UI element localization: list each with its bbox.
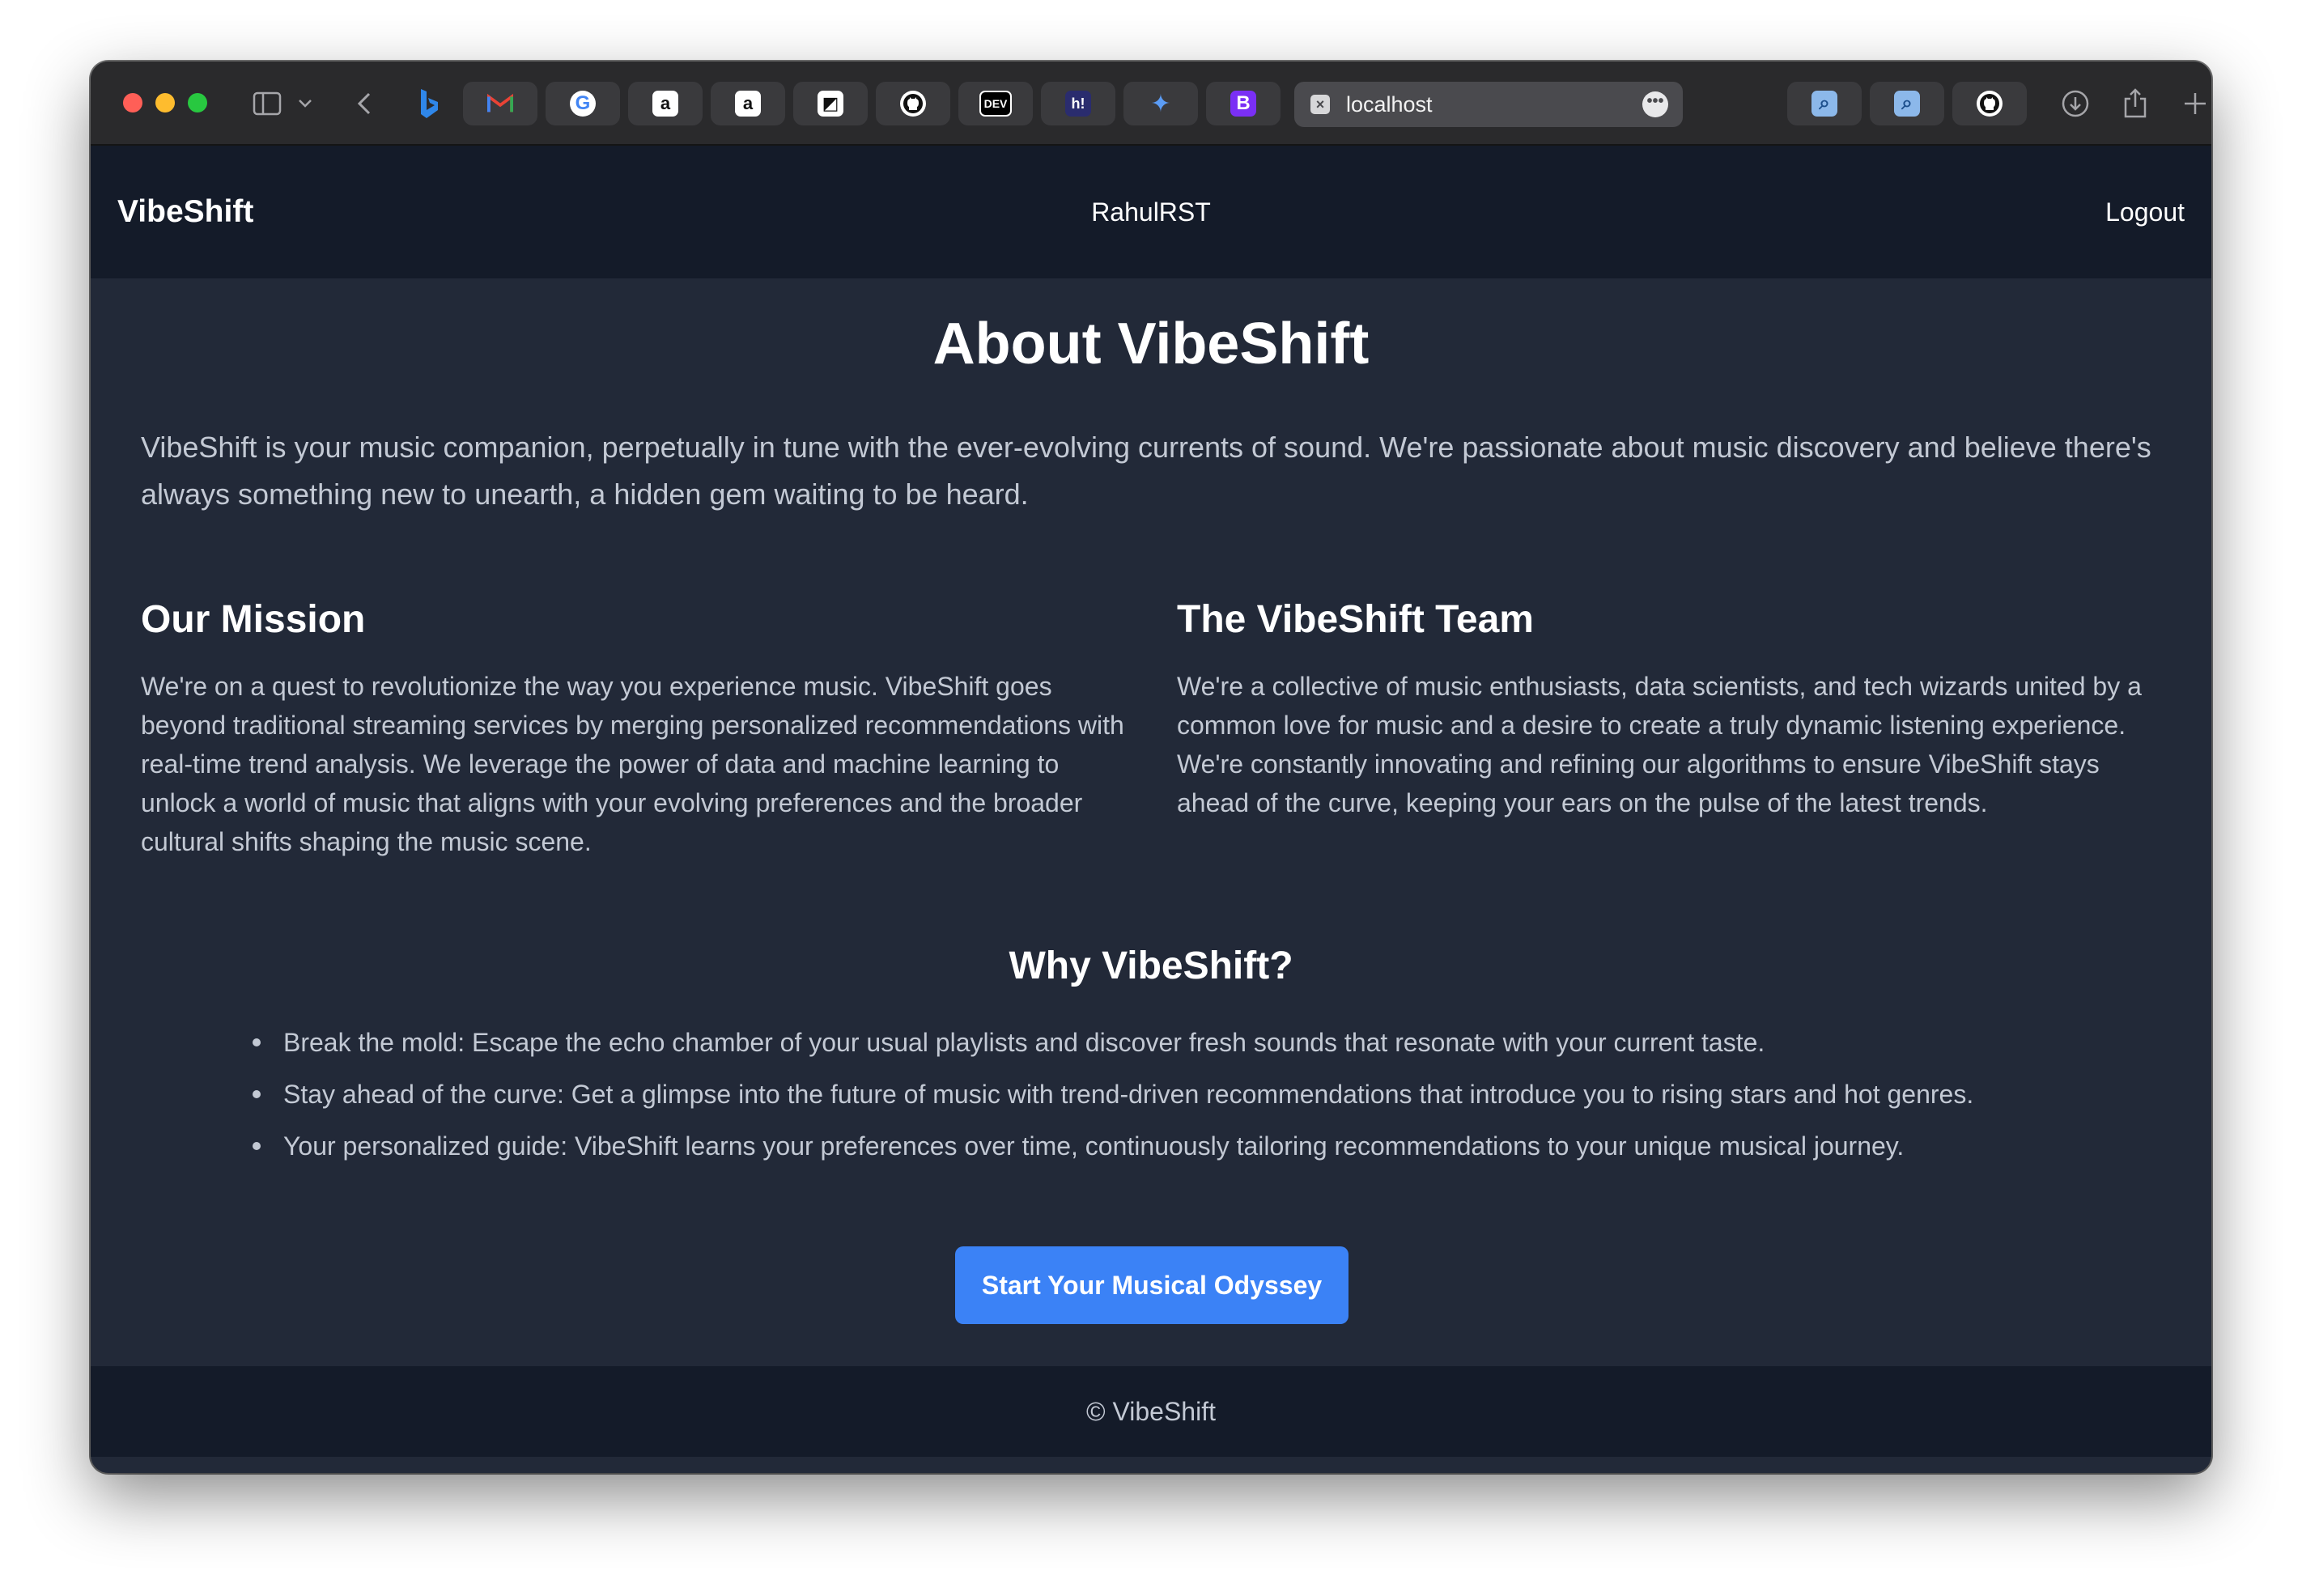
github-icon (900, 91, 926, 117)
intro-paragraph: VibeShift is your music companion, perpe… (141, 431, 2151, 511)
footer: © VibeShift (91, 1366, 2211, 1457)
bootstrap-icon: B (1230, 91, 1256, 117)
mission-section: Our Mission We're on a quest to revoluti… (141, 596, 1128, 861)
tab-notion[interactable]: ◩ (793, 82, 868, 125)
minimize-window-button[interactable] (155, 93, 175, 112)
team-body: We're a collective of music enthusiasts,… (1177, 672, 2142, 817)
github-icon (1977, 91, 2003, 117)
google-icon: G (570, 91, 596, 117)
tab-gmail[interactable] (463, 82, 537, 125)
sidebar-toggle-icon[interactable] (249, 84, 285, 123)
zoom-window-button[interactable] (188, 93, 207, 112)
tab-amazon-2[interactable]: a (711, 82, 785, 125)
why-heading: Why VibeShift? (1009, 944, 1293, 987)
chevron-down-icon[interactable] (293, 84, 317, 123)
tab-dev[interactable]: DEV (958, 82, 1033, 125)
notion-icon: ◩ (818, 91, 843, 117)
list-item: Stay ahead of the curve: Get a glimpse i… (253, 1068, 2114, 1120)
list-item: Break the mold: Escape the echo chamber … (253, 1017, 2114, 1068)
browser-window: G a a ◩ DEV h! ✦ B × localhost ••• ⌕ ⌕ V… (91, 62, 2211, 1473)
page-title: About VibeShift (932, 312, 1370, 376)
tab-github-1[interactable] (876, 82, 950, 125)
address-bar[interactable]: × localhost ••• (1294, 82, 1683, 127)
share-icon[interactable] (2117, 84, 2153, 123)
main-content: About VibeShift VibeShift is your music … (91, 278, 2211, 1428)
tab-google[interactable]: G (546, 82, 620, 125)
tab-bootstrap[interactable]: B (1206, 82, 1281, 125)
browser-toolbar: G a a ◩ DEV h! ✦ B × localhost ••• ⌕ ⌕ (91, 62, 2211, 146)
footer-copyright: © VibeShift (1086, 1396, 1216, 1426)
tab-gemini[interactable]: ✦ (1123, 82, 1198, 125)
close-window-button[interactable] (123, 93, 142, 112)
gmail-icon (487, 91, 513, 117)
mission-body: We're on a quest to revolutionize the wa… (141, 672, 1124, 856)
more-options-icon[interactable]: ••• (1642, 91, 1668, 117)
mission-heading: Our Mission (141, 598, 366, 641)
username-label: RahulRST (1091, 197, 1211, 227)
tab-search-1[interactable]: ⌕ (1787, 82, 1862, 125)
search-icon: ⌕ (1894, 91, 1920, 117)
hashnode-icon: h! (1065, 91, 1091, 117)
app-navbar: VibeShift RahulRST Logout (91, 146, 2211, 278)
start-odyssey-button[interactable]: Start Your Musical Odyssey (955, 1246, 1348, 1324)
new-tab-icon[interactable] (2177, 84, 2211, 123)
dev-icon: DEV (979, 91, 1012, 117)
amazon-icon: a (735, 91, 761, 117)
tab-amazon-1[interactable]: a (628, 82, 703, 125)
site-favicon-icon: × (1310, 95, 1330, 114)
url-text[interactable]: localhost (1346, 92, 1433, 117)
team-heading: The VibeShift Team (1177, 598, 1534, 641)
gemini-icon: ✦ (1150, 90, 1171, 117)
team-section: The VibeShift Team We're a collective of… (1177, 596, 2172, 822)
list-item: Your personalized guide: VibeShift learn… (253, 1120, 2114, 1172)
search-icon: ⌕ (1811, 91, 1837, 117)
why-list: Break the mold: Escape the echo chamber … (253, 1017, 2114, 1172)
bing-icon[interactable] (410, 84, 448, 123)
tab-github-2[interactable] (1952, 82, 2027, 125)
tab-hashnode[interactable]: h! (1041, 82, 1115, 125)
tab-search-2[interactable]: ⌕ (1870, 82, 1944, 125)
back-arrow-icon[interactable] (350, 84, 379, 123)
download-icon[interactable] (2058, 84, 2093, 123)
amazon-icon: a (652, 91, 678, 117)
logout-link[interactable]: Logout (2105, 146, 2185, 278)
